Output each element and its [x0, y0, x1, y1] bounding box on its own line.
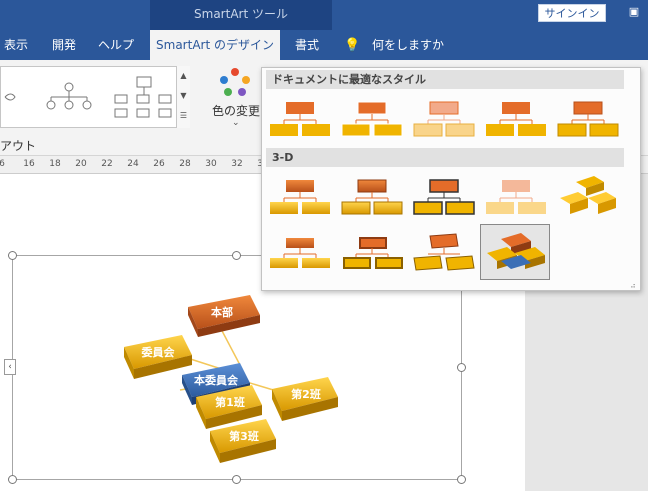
gallery-up-icon[interactable]: ▲ [177, 66, 190, 86]
node-honbu[interactable]: 本部 [188, 295, 260, 337]
gallery-scrollbar[interactable]: ▲ ▼ ☰ [176, 66, 190, 128]
change-colors-button[interactable]: 色の変更 ⌄ [204, 66, 264, 136]
gallery-down-icon[interactable]: ▼ [177, 86, 190, 106]
ruler-tick: 16 [23, 159, 35, 169]
ruler-tick: 20 [75, 159, 87, 169]
color-palette-icon [220, 68, 250, 98]
tab-developer[interactable]: 開発 [42, 30, 86, 60]
smartart-diagram[interactable]: 本部 委員会 本委員会 第2班 第1班 第3班 [100, 285, 370, 485]
ribbon-display-icon[interactable]: ▣ [626, 4, 642, 20]
ribbon-tabs: 表示 開発 ヘルプ SmartArt のデザイン 書式 💡 何をしますか [0, 30, 648, 60]
title-bar: SmartArt ツール サインイン ▣ [0, 0, 648, 30]
node-dai3han[interactable]: 第3班 [210, 419, 276, 463]
resize-handle[interactable] [8, 475, 17, 484]
section-best-match: ドキュメントに最適なスタイル [266, 70, 624, 89]
node-dai2han[interactable]: 第2班 [272, 377, 338, 421]
style-white-outline[interactable] [338, 94, 406, 138]
resize-handle[interactable] [457, 475, 466, 484]
tell-me-label: 何をしますか [372, 38, 445, 52]
resize-handle[interactable] [232, 251, 241, 260]
resize-handle[interactable] [457, 363, 466, 372]
change-colors-label: 色の変更 [212, 104, 261, 118]
layout-gallery[interactable] [0, 66, 190, 128]
ruler-tick: 24 [127, 159, 139, 169]
context-tab-header: SmartArt ツール [150, 0, 332, 30]
style-3d-inset[interactable] [338, 172, 406, 216]
ruler-tick: 22 [101, 159, 113, 169]
ruler-tick: 28 [179, 159, 191, 169]
ruler-tick: 18 [49, 159, 61, 169]
lightbulb-icon: 💡 [344, 38, 361, 53]
style-3d-powder[interactable] [482, 172, 550, 216]
style-3d-flat-scene[interactable] [266, 228, 334, 272]
tab-help[interactable]: ヘルプ [92, 30, 140, 60]
style-3d-polished[interactable] [266, 172, 334, 216]
tell-me-search[interactable]: 💡 何をしますか [344, 30, 444, 60]
style-3d-birds-eye-selected[interactable] [480, 224, 550, 280]
style-intense[interactable] [554, 94, 622, 138]
ruler-edge: 6 [0, 159, 5, 169]
style-subtle[interactable] [410, 94, 478, 138]
layout-group-label: アウト [0, 139, 37, 153]
style-3d-brick-scene[interactable] [554, 172, 622, 216]
section-3d: 3-D [266, 148, 624, 167]
style-simple-fill[interactable] [266, 94, 334, 138]
node-label: 本委員会 [194, 373, 239, 387]
node-label: 第1班 [215, 395, 245, 409]
node-label: 委員会 [141, 345, 176, 359]
ruler-tick: 32 [231, 159, 243, 169]
signin-button[interactable]: サインイン [538, 4, 606, 22]
text-pane-toggle[interactable]: ‹ [4, 359, 16, 375]
resize-handle[interactable] [8, 251, 17, 260]
node-label: 第2班 [291, 387, 321, 401]
tab-view[interactable]: 表示 [0, 30, 32, 60]
style-3d-metallic[interactable] [338, 228, 406, 272]
style-3d-sunset[interactable] [410, 228, 478, 272]
layout-thumbnails [4, 76, 172, 118]
gallery-resize-grip[interactable]: ⠴ [630, 281, 636, 290]
node-label: 第3班 [229, 429, 259, 443]
chevron-down-icon: ⌄ [232, 118, 240, 128]
node-iinkai[interactable]: 委員会 [124, 335, 192, 379]
smartart-styles-gallery[interactable]: ドキュメントに最適なスタイル 3-D ⠴ [261, 67, 641, 291]
node-label: 本部 [211, 305, 233, 319]
style-moderate[interactable] [482, 94, 550, 138]
ruler-tick: 26 [153, 159, 165, 169]
gallery-more-icon[interactable]: ☰ [177, 106, 190, 126]
ruler-tick: 30 [205, 159, 217, 169]
style-3d-cartoon[interactable] [410, 172, 478, 216]
tab-format[interactable]: 書式 [284, 30, 330, 60]
tab-smartart-design[interactable]: SmartArt のデザイン [150, 30, 280, 60]
